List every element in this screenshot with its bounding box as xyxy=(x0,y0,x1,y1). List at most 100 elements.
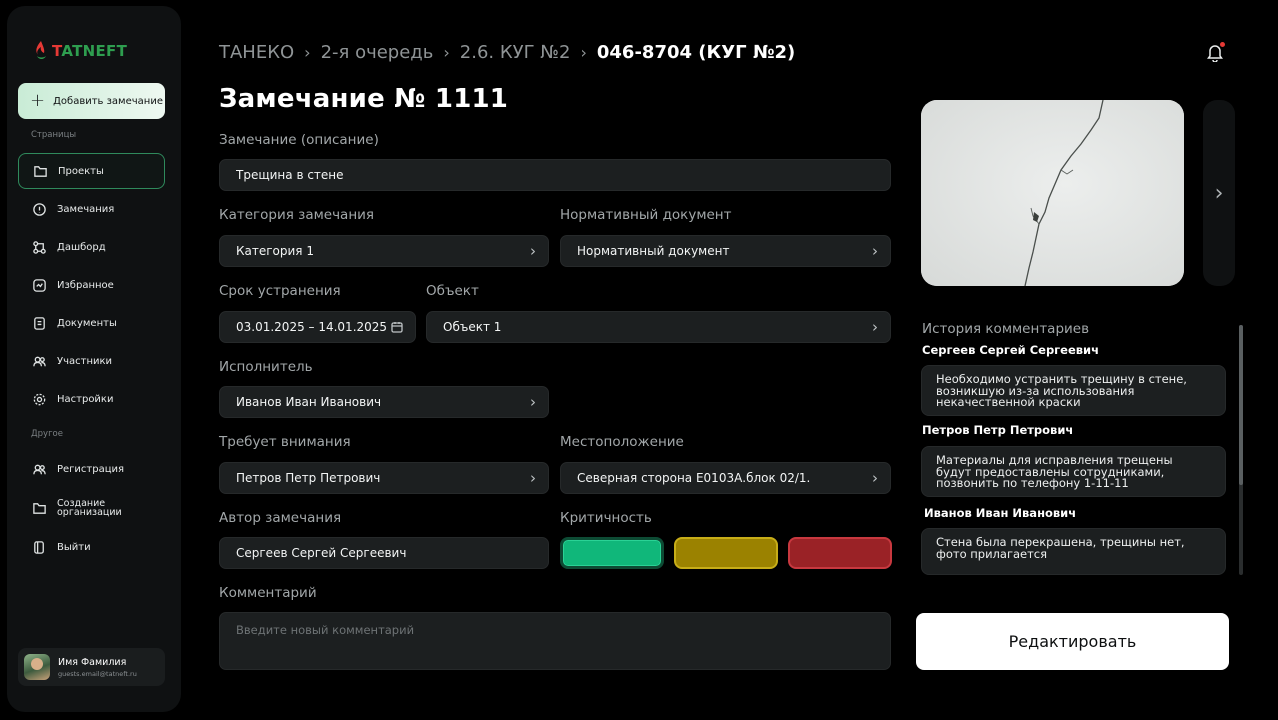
chevron-right-icon: › xyxy=(443,43,450,62)
notifications-button[interactable] xyxy=(1206,42,1226,64)
executor-select[interactable]: Иванов Иван Иванович › xyxy=(219,386,549,418)
comment-item: Стена была перекрашена, трещины нет, фот… xyxy=(921,528,1226,575)
normative-label: Нормативный документ xyxy=(560,207,732,223)
calendar-icon xyxy=(391,321,403,333)
description-value: Трещина в стене xyxy=(236,168,344,182)
chevron-right-icon: › xyxy=(304,43,311,62)
breadcrumb-item[interactable]: 2-я очередь xyxy=(321,42,434,63)
gear-icon xyxy=(31,391,47,407)
comment-history-title: История комментариев xyxy=(922,321,1090,337)
chevron-right-icon: › xyxy=(872,242,878,260)
sidebar-item-documents[interactable]: Документы xyxy=(18,305,165,341)
executor-label: Исполнитель xyxy=(219,359,313,375)
section-label-pages: Страницы xyxy=(31,130,77,140)
sidebar-item-label: Дашборд xyxy=(57,241,106,253)
location-label: Местоположение xyxy=(560,434,684,450)
comment-item: Необходимо устранить трещину в стене, во… xyxy=(921,365,1226,416)
object-label: Объект xyxy=(426,283,479,299)
sidebar-item-projects[interactable]: Проекты xyxy=(18,153,165,189)
comment-author: Петров Петр Петрович xyxy=(922,423,1074,437)
sidebar-item-label: Избранное xyxy=(57,279,114,291)
description-field[interactable]: Трещина в стене xyxy=(219,159,891,191)
sidebar-item-label: Документы xyxy=(57,317,117,329)
users-icon xyxy=(31,353,47,369)
avatar xyxy=(24,654,50,680)
normative-select[interactable]: Нормативный документ › xyxy=(560,235,891,267)
sidebar-item-registration[interactable]: Регистрация xyxy=(18,451,165,487)
user-email: guests.email@tatneft.ru xyxy=(58,669,137,678)
folder-icon xyxy=(32,163,48,179)
criticality-high-button[interactable] xyxy=(788,537,892,569)
criticality-label: Критичность xyxy=(560,510,652,526)
criticality-low-button[interactable] xyxy=(560,537,664,569)
category-value: Категория 1 xyxy=(236,244,314,258)
user-profile-card[interactable]: Имя Фамилия guests.email@tatneft.ru xyxy=(18,648,165,686)
breadcrumb-item[interactable]: ТАНЕКО xyxy=(219,42,294,63)
breadcrumb: ТАНЕКО › 2-я очередь › 2.6. КУГ №2 › 046… xyxy=(219,42,795,63)
criticality-medium-button[interactable] xyxy=(674,537,778,569)
sidebar-item-label: Замечания xyxy=(57,203,115,215)
category-select[interactable]: Категория 1 › xyxy=(219,235,549,267)
photo-next-button[interactable]: › xyxy=(1203,100,1235,286)
comment-input[interactable]: Введите новый комментарий xyxy=(219,612,891,670)
chevron-right-icon: › xyxy=(530,469,536,487)
page-title: Замечание № 1111 xyxy=(219,84,509,114)
section-label-other: Другое xyxy=(31,429,63,439)
deadline-value: 03.01.2025 – 14.01.2025 xyxy=(236,320,388,334)
location-select[interactable]: Северная сторона Е0103А.блок 02/1. › xyxy=(560,462,891,494)
sidebar-item-label: Регистрация xyxy=(57,463,125,475)
chevron-right-icon: › xyxy=(872,469,878,487)
user-name: Имя Фамилия xyxy=(58,656,127,668)
chevron-right-icon: › xyxy=(872,318,878,336)
remark-photo[interactable] xyxy=(921,100,1184,286)
deadline-label: Срок устранения xyxy=(219,283,341,299)
comment-author: Иванов Иван Иванович xyxy=(924,506,1077,520)
author-value: Сергеев Сергей Сергеевич xyxy=(236,546,407,560)
sidebar-item-favorites[interactable]: Избранное xyxy=(18,267,165,303)
add-remark-button[interactable]: + Добавить замечание xyxy=(18,83,165,119)
sidebar-item-create-organization[interactable]: Создание организации xyxy=(18,490,165,526)
comment-label: Комментарий xyxy=(219,585,317,601)
sidebar-item-label: Участники xyxy=(57,355,113,367)
attention-value: Петров Петр Петрович xyxy=(236,471,381,485)
plus-icon: + xyxy=(30,90,46,111)
sidebar: TATNEFT + Добавить замечание Страницы Пр… xyxy=(7,6,181,712)
chevron-right-icon: › xyxy=(580,43,587,62)
folder-icon xyxy=(31,500,47,516)
breadcrumb-item[interactable]: 2.6. КУГ №2 xyxy=(460,42,571,63)
deadline-date-picker[interactable]: 03.01.2025 – 14.01.2025 xyxy=(219,311,416,343)
sidebar-item-participants[interactable]: Участники xyxy=(18,343,165,379)
chevron-right-icon: › xyxy=(530,393,536,411)
wall-crack-image xyxy=(921,100,1184,286)
sidebar-item-logout[interactable]: Выйти xyxy=(18,529,165,565)
object-select[interactable]: Объект 1 › xyxy=(426,311,891,343)
comment-scrollbar-thumb[interactable] xyxy=(1239,325,1243,485)
attention-select[interactable]: Петров Петр Петрович › xyxy=(219,462,549,494)
sidebar-item-remarks[interactable]: Замечания xyxy=(18,191,165,227)
location-value: Северная сторона Е0103А.блок 02/1. xyxy=(577,471,811,485)
description-label: Замечание (описание) xyxy=(219,132,379,148)
attention-label: Требует внимания xyxy=(219,434,351,450)
sidebar-item-label: Настройки xyxy=(57,393,114,405)
sidebar-item-dashboard[interactable]: Дашборд xyxy=(18,229,165,265)
sidebar-item-label: Выйти xyxy=(57,541,91,553)
logout-icon xyxy=(31,539,47,555)
comment-author: Сергеев Сергей Сергеевич xyxy=(922,343,1100,357)
sidebar-item-label: Проекты xyxy=(58,165,104,177)
executor-value: Иванов Иван Иванович xyxy=(236,395,382,409)
notification-dot xyxy=(1220,42,1225,47)
edit-button[interactable]: Редактировать xyxy=(916,613,1229,670)
dashboard-icon xyxy=(31,239,47,255)
comment-item: Материалы для исправления трещены будут … xyxy=(921,446,1226,497)
chevron-right-icon: › xyxy=(1214,180,1224,206)
add-remark-label: Добавить замечание xyxy=(53,95,163,107)
author-field: Сергеев Сергей Сергеевич xyxy=(219,537,549,569)
favorites-icon xyxy=(31,277,47,293)
tatneft-logo[interactable]: TATNEFT xyxy=(33,40,127,62)
document-icon xyxy=(31,315,47,331)
object-value: Объект 1 xyxy=(443,320,502,334)
sidebar-item-settings[interactable]: Настройки xyxy=(18,381,165,417)
normative-value: Нормативный документ xyxy=(577,244,730,258)
flame-icon xyxy=(36,41,46,59)
sidebar-item-label: Создание организации xyxy=(57,497,122,518)
